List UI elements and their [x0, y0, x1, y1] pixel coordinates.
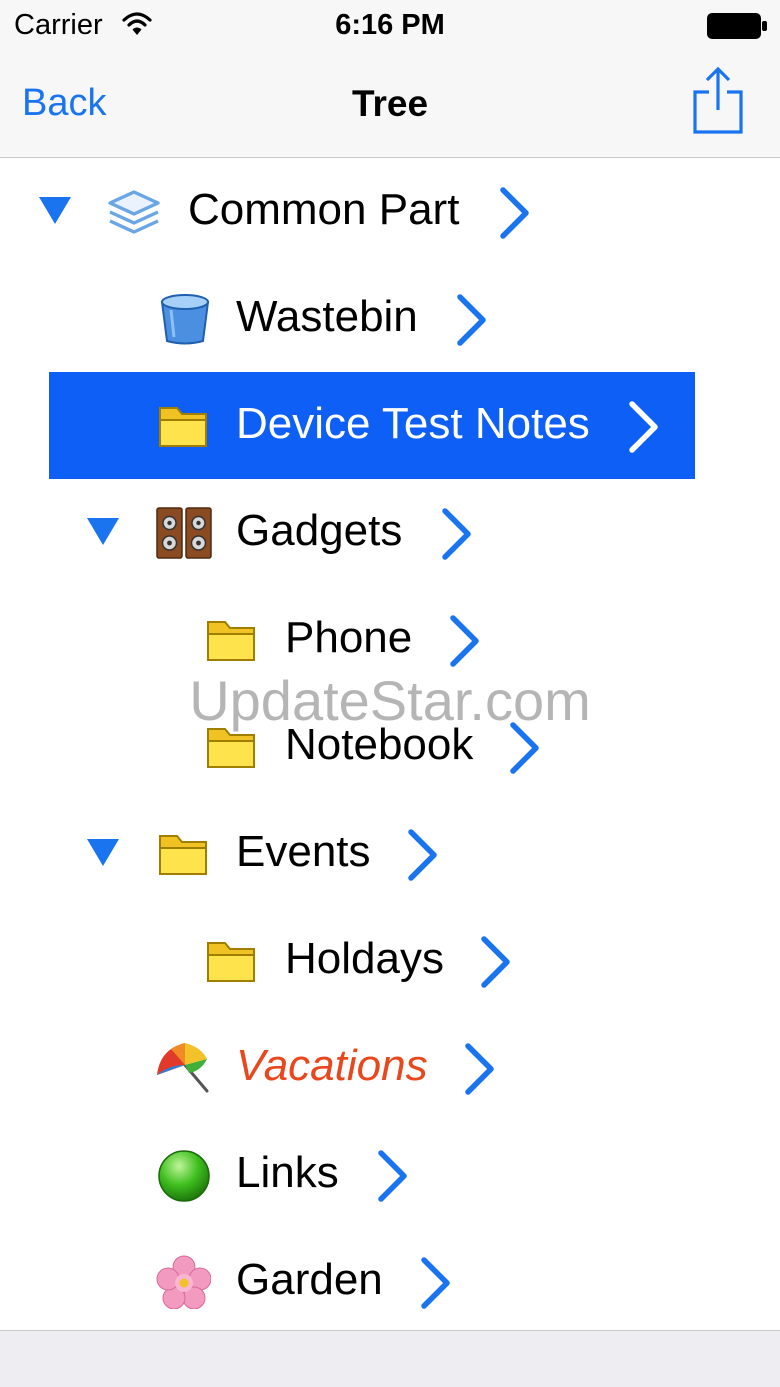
folder-icon: [207, 728, 255, 768]
tree-row-gadgets[interactable]: Gadgets: [0, 479, 780, 586]
chevron-right-icon[interactable]: [416, 1255, 456, 1311]
flower-icon: [156, 1255, 211, 1309]
tree-label: Notebook: [285, 720, 474, 769]
green-ball-icon: [158, 1150, 210, 1202]
chevron-right-icon[interactable]: [460, 1041, 500, 1097]
tree-label: Wastebin: [236, 292, 418, 341]
battery-icon: [707, 13, 767, 39]
back-button[interactable]: Back: [22, 82, 106, 125]
chevron-right-icon[interactable]: [495, 185, 535, 241]
tree-row-wastebin[interactable]: Wastebin: [0, 265, 780, 372]
folder-icon: [207, 621, 255, 661]
tree-row-common-part[interactable]: Common Part: [0, 158, 780, 265]
tree-view: Common Part Wastebin Device Test Notes G…: [0, 158, 780, 1330]
status-time: 6:16 PM: [335, 9, 445, 41]
tree-label: Holdays: [285, 934, 444, 983]
tree-row-phone[interactable]: Phone: [0, 586, 780, 693]
chevron-right-icon[interactable]: [624, 399, 664, 455]
chevron-right-icon[interactable]: [452, 292, 492, 348]
folder-icon: [159, 835, 207, 875]
expand-triangle-icon[interactable]: [37, 194, 73, 228]
status-bar: Carrier 6:16 PM: [0, 0, 780, 54]
tree-row-garden[interactable]: Garden: [0, 1228, 780, 1335]
tree-row-links[interactable]: Links: [0, 1121, 780, 1228]
expand-triangle-icon[interactable]: [85, 836, 121, 870]
tree-row-events[interactable]: Events: [0, 800, 780, 907]
chevron-right-icon[interactable]: [505, 720, 545, 776]
chevron-right-icon[interactable]: [476, 934, 516, 990]
tree-label: Links: [236, 1148, 339, 1197]
umbrella-icon: [157, 1043, 209, 1093]
tree-label: Device Test Notes: [236, 399, 590, 448]
chevron-right-icon[interactable]: [403, 827, 443, 883]
chevron-right-icon[interactable]: [437, 506, 477, 562]
wastebin-icon: [160, 294, 210, 345]
bottom-toolbar: [0, 1330, 780, 1387]
tree-label: Garden: [236, 1255, 383, 1304]
tree-label: Vacations: [236, 1041, 428, 1090]
tree-row-holdays[interactable]: Holdays: [0, 907, 780, 1014]
tree-row-device-test-notes[interactable]: Device Test Notes: [0, 372, 780, 479]
layers-icon: [108, 190, 160, 234]
page-title: Tree: [351, 83, 429, 124]
folder-icon: [159, 407, 207, 447]
tree-label: Phone: [285, 613, 413, 662]
navigation-bar: Back Tree: [0, 54, 780, 158]
tree-label: Gadgets: [236, 506, 403, 555]
tree-label: Common Part: [188, 185, 460, 234]
folder-icon: [207, 942, 255, 982]
tree-row-notebook[interactable]: Notebook: [0, 693, 780, 800]
speakers-icon: [156, 507, 212, 559]
chevron-right-icon[interactable]: [373, 1148, 413, 1204]
chevron-right-icon[interactable]: [445, 613, 485, 669]
expand-triangle-icon[interactable]: [85, 515, 121, 549]
tree-label: Events: [236, 827, 371, 876]
share-icon[interactable]: [692, 66, 744, 136]
tree-row-vacations[interactable]: Vacations: [0, 1014, 780, 1121]
